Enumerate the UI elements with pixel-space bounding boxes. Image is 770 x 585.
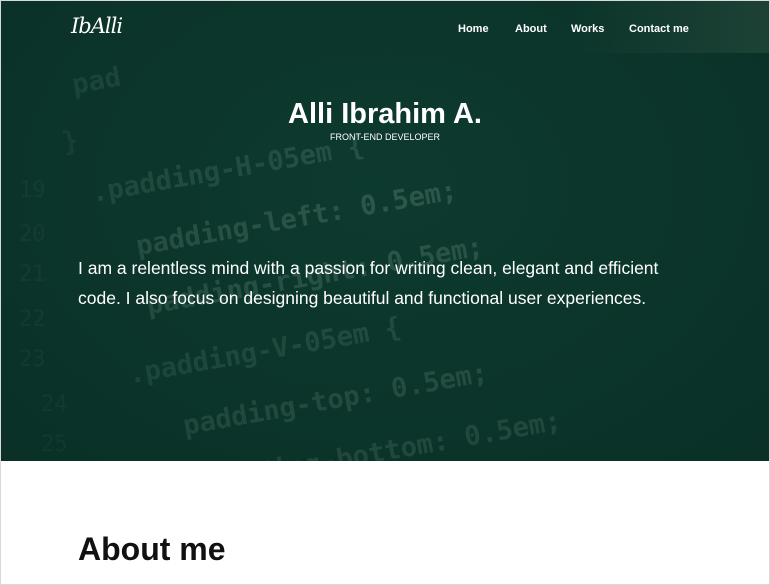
site-logo[interactable]: IbAlli: [71, 14, 123, 38]
hero-title: Alli Ibrahim A.: [288, 98, 482, 130]
about-heading: About me: [78, 531, 226, 567]
nav-link-works[interactable]: Works: [571, 23, 604, 35]
nav-link-about[interactable]: About: [515, 23, 547, 35]
hero-section: pad } .padding-H-05em { padding-left: 0.…: [1, 1, 769, 461]
hero-intro-text: I am a relentless mind with a passion fo…: [78, 258, 659, 308]
hero-subtitle: FRONT-END DEVELOPER: [329, 132, 441, 142]
nav-link-home[interactable]: Home: [458, 23, 489, 35]
page: pad } .padding-H-05em { padding-left: 0.…: [0, 0, 770, 585]
nav-link-contact[interactable]: Contact me: [629, 23, 689, 35]
navbar: IbAlli Home About Works Contact me: [1, 1, 769, 53]
hero-overlay: [1, 1, 769, 461]
